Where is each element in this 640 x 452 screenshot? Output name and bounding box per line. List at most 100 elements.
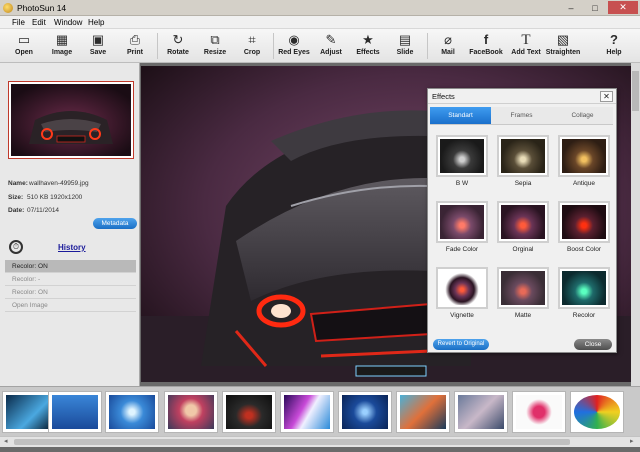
- effects-dialog-header: Effects ✕: [428, 89, 616, 104]
- help-icon: ?: [610, 32, 618, 47]
- effects-dialog-title: Effects: [432, 92, 455, 101]
- rotate-label: Rotate: [167, 49, 189, 56]
- effect-label: B W: [455, 180, 469, 187]
- history-item[interactable]: Recolor: ON: [5, 260, 136, 273]
- history-clock-icon: ⏱: [9, 240, 23, 254]
- save-button[interactable]: ▣ Save: [78, 31, 118, 61]
- filmstrip-thumbnail[interactable]: [105, 391, 159, 433]
- effect-label: Recolor: [572, 312, 596, 319]
- open-button[interactable]: ▭ Open: [4, 31, 44, 61]
- horizontal-scrollbar[interactable]: ◂ ▸: [0, 436, 640, 447]
- history-item[interactable]: Recolor: -: [5, 273, 136, 286]
- straighten-icon: ▧: [556, 32, 570, 47]
- effect-antique[interactable]: Antique: [555, 133, 613, 195]
- maximize-button[interactable]: □: [584, 1, 606, 14]
- filmstrip-thumbnail[interactable]: [48, 391, 102, 433]
- resize-button[interactable]: ⧉ Resize: [195, 31, 235, 61]
- effect-thumbnail: [497, 267, 549, 309]
- effect-label: Vignette: [450, 312, 474, 319]
- close-window-button[interactable]: ✕: [608, 1, 638, 14]
- menu-edit[interactable]: Edit: [32, 18, 46, 27]
- car-preview-image: [11, 84, 131, 156]
- filmstrip-thumbnail[interactable]: [338, 391, 392, 433]
- print-button[interactable]: ⎙ Print: [115, 31, 155, 61]
- effects-dialog: Effects ✕ Standart Frames Collage B W Se…: [427, 88, 617, 353]
- slide-button[interactable]: ▤ Slide: [385, 31, 425, 61]
- facebook-icon: f: [483, 32, 489, 47]
- crop-button[interactable]: ⌗ Crop: [232, 31, 272, 61]
- vertical-scroll-thumb[interactable]: [632, 71, 639, 111]
- image-label: Image: [51, 49, 73, 56]
- effects-close-button[interactable]: Close: [574, 339, 612, 350]
- open-label: Open: [15, 49, 33, 56]
- effect-sepia[interactable]: Sepia: [494, 133, 552, 195]
- effect-thumbnail: [497, 135, 549, 177]
- effect-recolor[interactable]: Recolor: [555, 265, 613, 327]
- filmstrip-thumbnail[interactable]: [570, 391, 624, 433]
- mail-button[interactable]: ⌀ Mail: [428, 31, 468, 61]
- help-button[interactable]: ? Help: [594, 31, 634, 61]
- effect-matte[interactable]: Matte: [494, 265, 552, 327]
- save-label: Save: [89, 49, 107, 56]
- filmstrip-thumbnail[interactable]: [512, 391, 566, 433]
- rotate-button[interactable]: ↻ Rotate: [158, 31, 198, 61]
- effects-label: Effects: [356, 49, 380, 56]
- straighten-button[interactable]: ▧ Straighten: [543, 31, 583, 61]
- effect-label: Orginal: [512, 246, 534, 253]
- preview-thumbnail: [8, 81, 134, 159]
- history-item[interactable]: Open Image: [5, 299, 136, 312]
- filmstrip-thumbnail[interactable]: [222, 391, 276, 433]
- facebook-button[interactable]: f FaceBook: [466, 31, 506, 61]
- horizontal-scroll-thumb[interactable]: [14, 439, 570, 445]
- effects-close-icon[interactable]: ✕: [600, 91, 613, 102]
- printer-icon: ⎙: [129, 32, 141, 47]
- history-item[interactable]: Recolor: ON: [5, 286, 136, 299]
- resize-icon: ⧉: [210, 32, 220, 47]
- adjust-label: Adjust: [320, 49, 342, 56]
- add-text-label: Add Text: [511, 49, 541, 56]
- tab-collage[interactable]: Collage: [552, 107, 613, 125]
- effects-button[interactable]: ★ Effects: [348, 31, 388, 61]
- size-key: Size:: [8, 194, 24, 201]
- effect-fade-color[interactable]: Fade Color: [433, 199, 491, 261]
- image-button[interactable]: ▦ Image: [42, 31, 82, 61]
- menu-window[interactable]: Window: [54, 18, 82, 27]
- filmstrip-thumbnail[interactable]: [454, 391, 508, 433]
- filmstrip-thumbnail[interactable]: [164, 391, 218, 433]
- metadata-button[interactable]: Metadata: [93, 218, 137, 229]
- effect-vignette[interactable]: Vignette: [433, 265, 491, 327]
- filmstrip-thumbnail[interactable]: [396, 391, 450, 433]
- revert-to-original-button[interactable]: Revert to Original: [433, 339, 489, 350]
- tab-standart[interactable]: Standart: [430, 107, 491, 125]
- effect-boost-color[interactable]: Boost Color: [555, 199, 613, 261]
- app-icon: [3, 3, 13, 13]
- crop-icon: ⌗: [248, 32, 256, 47]
- effect-label: Matte: [514, 312, 532, 319]
- resize-label: Resize: [203, 49, 227, 56]
- menu-file[interactable]: File: [12, 18, 25, 27]
- effect-original[interactable]: Orginal: [494, 199, 552, 261]
- red-eyes-button[interactable]: ◉ Red Eyes: [274, 31, 314, 61]
- eye-icon: ◉: [288, 32, 300, 47]
- toolbar: ▭ Open ▦ Image ▣ Save ⎙ Print ↻ Rotate ⧉…: [0, 29, 640, 63]
- facebook-label: FaceBook: [469, 49, 503, 56]
- scroll-right-arrow-icon[interactable]: ▸: [630, 437, 634, 445]
- crop-label: Crop: [243, 49, 261, 56]
- effects-grid: B W Sepia Antique Fade Color Orginal Boo…: [433, 133, 613, 329]
- effect-thumbnail: [436, 201, 488, 243]
- scroll-left-arrow-icon[interactable]: ◂: [4, 437, 8, 445]
- help-label: Help: [606, 49, 622, 56]
- effect-bw[interactable]: B W: [433, 133, 491, 195]
- menu-help[interactable]: Help: [88, 18, 104, 27]
- minimize-button[interactable]: –: [560, 1, 582, 14]
- adjust-button[interactable]: ✎ Adjust: [311, 31, 351, 61]
- mail-label: Mail: [441, 49, 455, 56]
- add-text-button[interactable]: T Add Text: [506, 31, 546, 61]
- save-icon: ▣: [91, 32, 105, 47]
- effect-thumbnail: [558, 135, 610, 177]
- menu-bar: File Edit Window Help: [0, 16, 640, 29]
- tab-frames[interactable]: Frames: [491, 107, 552, 125]
- filmstrip-thumbnail[interactable]: [280, 391, 334, 433]
- pencil-icon: ✎: [325, 32, 337, 47]
- vertical-scrollbar[interactable]: [631, 63, 640, 386]
